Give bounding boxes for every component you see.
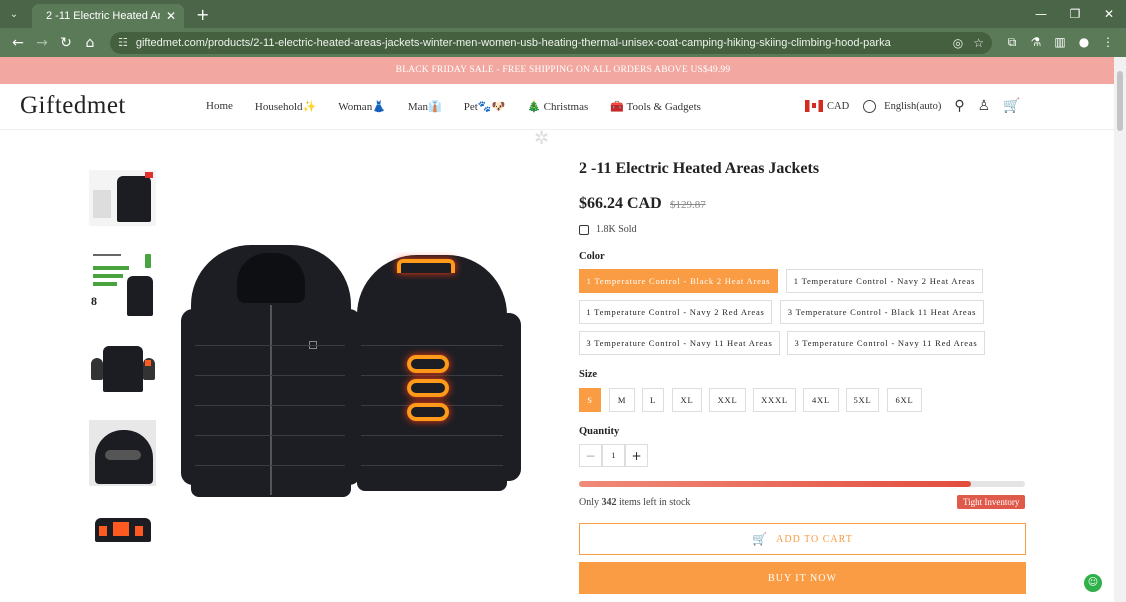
buy-now-label: BUY IT NOW [768, 572, 837, 584]
nav-pet[interactable]: Pet🐾🐶 [464, 100, 505, 113]
size-option-5xl[interactable]: 5XL [846, 388, 879, 412]
window-controls: — ❐ ✕ [1024, 0, 1126, 28]
cart-icon[interactable]: 🛒 [1003, 98, 1020, 114]
tab-search-icon[interactable]: ⌄ [0, 0, 28, 28]
thumbnail-5[interactable] [89, 508, 156, 542]
language-selector[interactable]: English(auto) [884, 101, 941, 112]
browser-tab-strip: ⌄ 2 -11 Electric Heated Areas Jack ✕ + —… [0, 0, 1126, 28]
nav-home[interactable]: Home [206, 100, 233, 113]
extensions-icon[interactable]: ⧉ [1000, 35, 1024, 50]
thumbnail-gallery: 8 [89, 170, 156, 564]
page-scrollbar[interactable] [1114, 57, 1126, 602]
sold-text: 1.8K Sold [596, 224, 637, 235]
color-option-6[interactable]: 3 Temperature Control - Navy 11 Red Area… [787, 331, 985, 355]
thumbnail-2[interactable]: 8 [89, 248, 156, 318]
add-to-cart-label: ADD TO CART [776, 533, 853, 545]
side-panel-icon[interactable]: ▥ [1048, 35, 1072, 50]
nav-woman[interactable]: Woman👗 [338, 100, 386, 113]
home-icon[interactable]: ⌂ [78, 35, 102, 51]
nav-household[interactable]: Household✨ [255, 100, 316, 113]
cart-icon: 🛒 [752, 532, 769, 546]
globe-icon [863, 99, 877, 113]
close-tab-icon[interactable]: ✕ [166, 9, 176, 23]
size-option-xxxl[interactable]: XXXL [753, 388, 796, 412]
stock-text: Only 342 items left in stock [579, 497, 690, 508]
compare-price: $129.87 [670, 199, 706, 211]
canada-flag-icon[interactable] [805, 100, 823, 112]
color-option-5[interactable]: 3 Temperature Control - Navy 11 Heat Are… [579, 331, 780, 355]
close-window-icon[interactable]: ✕ [1092, 0, 1126, 28]
size-option-4xl[interactable]: 4XL [803, 388, 839, 412]
account-icon[interactable]: ♙ [978, 98, 991, 114]
browser-tab[interactable]: 2 -11 Electric Heated Areas Jack ✕ [32, 4, 184, 28]
stock-progress-fill [579, 481, 972, 487]
menu-kebab-icon[interactable]: ⋮ [1096, 35, 1120, 50]
sold-count: 1.8K Sold [579, 224, 637, 235]
search-icon[interactable]: ⚲ [954, 98, 964, 114]
reload-icon[interactable]: ↻ [54, 35, 78, 51]
loading-spinner-icon: ✲ [534, 128, 550, 149]
stock-suffix: items left in stock [619, 497, 691, 508]
restore-icon[interactable]: ❐ [1058, 0, 1092, 28]
size-option-m[interactable]: M [609, 388, 635, 412]
size-option-s[interactable]: S [579, 388, 601, 412]
stock-prefix: Only [579, 497, 599, 508]
site-header: Giftedmet Home Household✨ Woman👗 Man👔 Pe… [0, 84, 1126, 130]
promo-banner[interactable]: BLACK FRIDAY SALE - FREE SHIPPING ON ALL… [0, 57, 1126, 84]
quantity-stepper: − 1 + [579, 444, 648, 467]
currency-selector[interactable]: CAD [827, 101, 849, 112]
profile-icon[interactable]: ● [1072, 35, 1096, 50]
sale-price: $66.24 CAD [579, 195, 662, 212]
add-to-cart-button[interactable]: 🛒 ADD TO CART [579, 523, 1026, 555]
labs-icon[interactable]: ⚗ [1024, 35, 1048, 50]
size-option-l[interactable]: L [642, 388, 664, 412]
url-text: giftedmet.com/products/2-11-electric-hea… [135, 36, 891, 49]
tab-title: 2 -11 Electric Heated Areas Jack [46, 10, 160, 22]
stock-count: 342 [601, 497, 617, 508]
size-option-xl[interactable]: XL [672, 388, 702, 412]
nav-tools-gadgets[interactable]: 🧰 Tools & Gadgets [610, 100, 701, 113]
thumbnail-3[interactable] [89, 340, 156, 398]
scrollbar-thumb[interactable] [1117, 71, 1123, 131]
nav-man[interactable]: Man👔 [408, 100, 442, 113]
site-info-icon[interactable]: ☷ [118, 36, 128, 49]
main-product-image[interactable] [175, 225, 530, 520]
quantity-label: Quantity [579, 426, 620, 437]
thumbnail-4[interactable] [89, 420, 156, 486]
quantity-input[interactable]: 1 [602, 444, 625, 467]
buy-now-button[interactable]: BUY IT NOW [579, 562, 1026, 594]
tight-inventory-badge: Tight Inventory [957, 495, 1026, 509]
address-bar[interactable]: ☷ giftedmet.com/products/2-11-electric-h… [110, 31, 992, 54]
eye-off-icon[interactable]: ◎ [953, 36, 963, 50]
color-label: Color [579, 251, 605, 262]
main-nav: Home Household✨ Woman👗 Man👔 Pet🐾🐶 🎄 Chri… [206, 100, 723, 113]
product-title: 2 -11 Electric Heated Areas Jackets [579, 160, 820, 177]
stock-progress-bar [579, 481, 1025, 487]
decrease-quantity-button[interactable]: − [579, 444, 602, 467]
color-option-1[interactable]: 1 Temperature Control - Black 2 Heat Are… [579, 269, 778, 293]
browser-toolbar: ← → ↻ ⌂ ☷ giftedmet.com/products/2-11-el… [0, 28, 1126, 57]
minimize-icon[interactable]: — [1024, 0, 1058, 28]
size-label: Size [579, 369, 598, 380]
thumbnail-1[interactable] [89, 170, 156, 226]
increase-quantity-button[interactable]: + [625, 444, 648, 467]
nav-christmas[interactable]: 🎄 Christmas [527, 100, 588, 113]
header-actions: CAD English(auto) ⚲ ♙ 🛒 [805, 98, 1021, 114]
color-option-4[interactable]: 3 Temperature Control - Black 11 Heat Ar… [780, 300, 984, 324]
size-option-6xl[interactable]: 6XL [887, 388, 922, 412]
chat-support-icon[interactable]: ☺ [1084, 574, 1102, 592]
shopping-bag-icon [579, 224, 589, 235]
color-option-2[interactable]: 1 Temperature Control - Navy 2 Heat Area… [786, 269, 983, 293]
bookmark-star-icon[interactable]: ☆ [973, 36, 984, 50]
size-option-xxl[interactable]: XXL [709, 388, 746, 412]
forward-icon[interactable]: → [30, 35, 54, 51]
new-tab-icon[interactable]: + [196, 4, 209, 28]
site-logo[interactable]: Giftedmet [20, 92, 126, 120]
back-icon[interactable]: ← [6, 35, 30, 51]
color-option-3[interactable]: 1 Temperature Control - Navy 2 Red Areas [579, 300, 772, 324]
